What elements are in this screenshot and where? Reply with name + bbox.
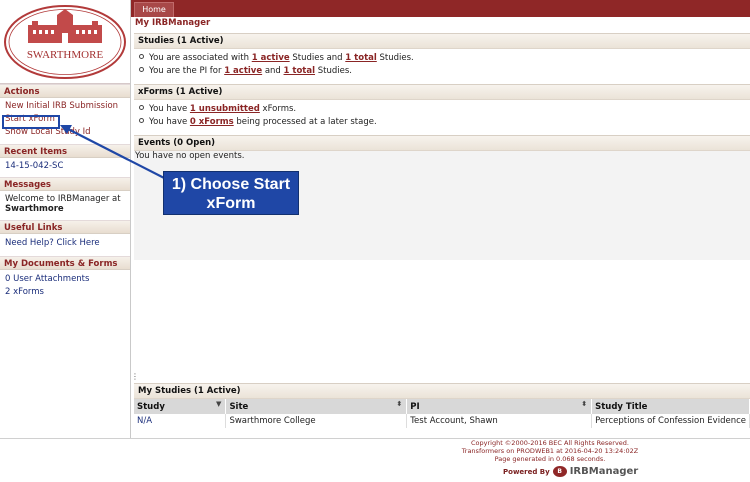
logo-text: SWARTHMORE [27,49,104,61]
bullet-icon [139,67,144,72]
swarthmore-logo[interactable]: SWARTHMORE [2,3,128,81]
studies-table-header-row: Study ▼ Site ⬍ PI ⬍ Study Title [134,399,750,414]
my-docs-header: My Documents & Forms [0,257,130,270]
sort-down-icon[interactable]: ▼ [216,400,221,408]
my-studies-header: My Studies (1 Active) [134,384,750,399]
text: xForms. [259,104,297,114]
irbmanager-logo-icon: B [552,466,567,477]
text: You have [149,104,190,114]
text: You are the PI for [149,66,225,76]
messages-header: Messages [0,178,130,191]
bullet-icon [139,105,144,110]
welcome-org: Swarthmore [5,204,64,214]
powered-by-badge[interactable]: Powered By B IRBManager [503,466,638,477]
text: You are associated with [149,53,252,63]
studies-panel-header: Studies (1 Active) [134,34,750,49]
column-header-study-title[interactable]: Study Title [591,399,750,414]
column-header-study[interactable]: Study ▼ [134,399,227,414]
recent-item-link[interactable]: 14-15-042-SC [0,160,130,173]
new-irb-submission-link[interactable]: New Initial IRB Submission [0,100,130,113]
sort-updown-icon[interactable]: ⬍ [581,400,587,408]
user-attachments-link[interactable]: 0 User Attachments [0,273,130,286]
actions-section: Actions New Initial IRB Submission Start… [0,84,130,139]
total-studies-link[interactable]: 1 total [345,53,377,63]
text: Studies and [289,53,346,63]
table-row[interactable]: N/A Swarthmore College Test Account, Sha… [134,414,750,428]
irbmanager-brand-text: IRBManager [569,466,639,477]
pi-active-studies-link[interactable]: 1 active [224,66,262,76]
recent-items-section: Recent Items 14-15-042-SC [0,144,130,173]
useful-links-header: Useful Links [0,221,130,234]
sidebar: SWARTHMORE Actions New Initial IRB Submi… [0,0,131,438]
studies-table: Study ▼ Site ⬍ PI ⬍ Study Title N/A Swarthm… [134,399,750,428]
xforms-panel-header: xForms (1 Active) [134,85,750,100]
xforms-row-unsubmitted: You have 1 unsubmitted xForms. [134,103,750,116]
study-title-cell: Perceptions of Confession Evidence [591,414,750,428]
column-label: Study [137,401,165,412]
active-studies-link[interactable]: 1 active [252,53,290,63]
text: being processed at a later stage. [233,117,377,127]
need-help-link[interactable]: Need Help? Click Here [0,237,130,250]
column-header-pi[interactable]: PI ⬍ [406,399,593,414]
footer: Copyright ©2000-2016 BEC All Rights Rese… [0,438,750,482]
text: Studies. [315,66,352,76]
recent-items-header: Recent Items [0,145,130,158]
instruction-callout: 1) Choose Start xForm [163,171,299,215]
xforms-panel: xForms (1 Active) You have 1 unsubmitted… [134,84,750,132]
studies-panel: Studies (1 Active) You are associated wi… [134,33,750,81]
powered-by-text: Powered By [503,467,550,476]
pi-cell: Test Account, Shawn [406,414,593,428]
pi-total-studies-link[interactable]: 1 total [284,66,316,76]
no-events-text: You have no open events. [135,151,245,161]
copyright-text: Copyright ©2000-2016 BEC All Rights Rese… [470,439,629,447]
home-tab[interactable]: Home [134,2,174,17]
actions-header: Actions [0,85,130,98]
logo-box: SWARTHMORE [0,0,130,84]
panel-splitter-handle[interactable]: ⋮ [131,372,139,381]
xforms-link[interactable]: 2 xForms [0,286,130,299]
top-nav-bar: Home [131,0,750,17]
column-header-site[interactable]: Site ⬍ [225,399,408,414]
study-cell[interactable]: N/A [134,414,227,428]
column-label: Study Title [595,401,648,412]
my-docs-section: My Documents & Forms 0 User Attachments … [0,256,130,299]
processing-xforms-link[interactable]: 0 xForms [190,117,234,127]
column-label: Site [229,401,249,412]
bullet-icon [139,118,144,123]
text: You have [149,117,190,127]
xforms-row-processing: You have 0 xForms being processed at a l… [134,116,750,129]
callout-line-2: xForm [206,195,256,212]
studies-row-associated: You are associated with 1 active Studies… [134,52,750,65]
column-label: PI [410,401,420,412]
studies-row-pi: You are the PI for 1 active and 1 total … [134,65,750,78]
unsubmitted-xforms-link[interactable]: 1 unsubmitted [190,104,260,114]
page-timing-text: Page generated in 0.068 seconds. [494,455,606,463]
useful-links-section: Useful Links Need Help? Click Here [0,220,130,250]
page-title: My IRBManager [135,18,211,28]
events-panel-header: Events (0 Open) [134,136,750,151]
callout-line-1: 1) Choose Start [171,176,291,193]
messages-section: Messages Welcome to IRBManager at Swarth… [0,177,130,217]
text: Studies. [376,53,414,63]
main-content: My IRBManager Studies (1 Active) You are… [131,17,750,438]
welcome-message: Welcome to IRBManager at Swarthmore [0,191,130,217]
my-studies-panel: My Studies (1 Active) Study ▼ Site ⬍ PI ⬍ S… [134,383,750,431]
start-xform-highlight-box [2,115,60,129]
text: and [262,66,284,76]
server-info-text: Transformers on PRODWEB1 at 2016-04-20 1… [461,447,639,455]
site-cell: Swarthmore College [225,414,408,428]
sort-updown-icon[interactable]: ⬍ [396,400,402,408]
bullet-icon [139,54,144,59]
welcome-text: Welcome to IRBManager at [5,194,121,204]
